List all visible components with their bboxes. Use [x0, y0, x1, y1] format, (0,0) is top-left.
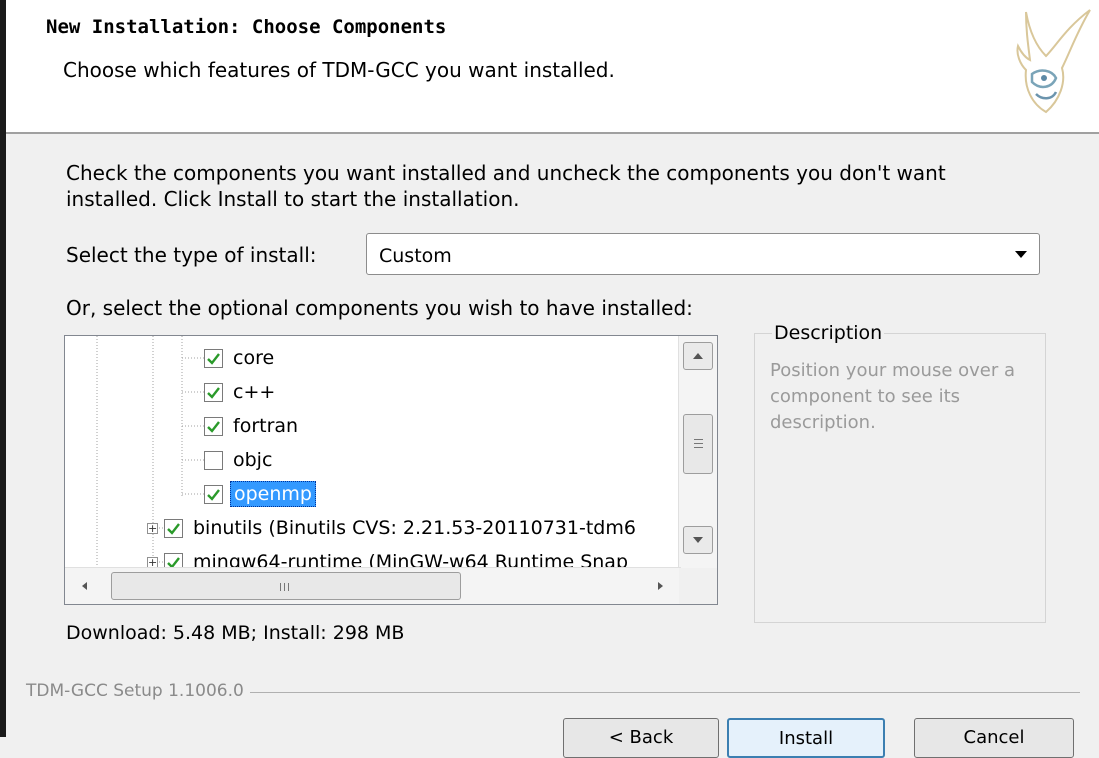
- checkmark-icon: [167, 522, 180, 535]
- checkbox-fortran[interactable]: [204, 416, 223, 436]
- checkbox-binutils[interactable]: [164, 518, 183, 538]
- horizontal-scroll-thumb[interactable]: [111, 572, 461, 600]
- grip-line: [694, 439, 703, 440]
- chevron-down-icon: [1015, 251, 1027, 258]
- grip-line: [694, 443, 703, 444]
- checkmark-icon: [207, 488, 220, 501]
- cancel-button[interactable]: Cancel: [914, 718, 1074, 758]
- expand-icon[interactable]: +: [147, 522, 158, 534]
- page-title: New Installation: Choose Components: [46, 16, 447, 38]
- scroll-right-button[interactable]: [647, 572, 673, 600]
- arrow-left-icon: [82, 582, 87, 590]
- arrow-down-icon: [693, 537, 703, 543]
- checkmark-icon: [207, 352, 220, 365]
- checkbox-objc[interactable]: [204, 450, 223, 470]
- grip-line: [284, 583, 285, 591]
- back-button[interactable]: < Back: [563, 718, 719, 758]
- expand-icon[interactable]: +: [147, 556, 158, 568]
- installer-branding: TDM-GCC Setup 1.1006.0: [26, 681, 250, 701]
- install-button[interactable]: Install: [727, 718, 885, 758]
- scroll-left-button[interactable]: [73, 572, 99, 600]
- checkmark-icon: [207, 386, 220, 399]
- scroll-down-button[interactable]: [683, 526, 713, 554]
- grip-line: [694, 447, 703, 448]
- tdm-logo-icon: [1016, 9, 1091, 114]
- tree-item-core[interactable]: core: [204, 344, 277, 372]
- tree-item-label: fortran: [233, 415, 299, 437]
- description-title: Description: [772, 322, 885, 344]
- checkbox-cpp[interactable]: [204, 382, 223, 402]
- tree-item-openmp[interactable]: openmp: [204, 480, 316, 508]
- instructions-text: Check the components you want installed …: [66, 161, 946, 211]
- tree-item-cpp[interactable]: c++: [204, 378, 278, 406]
- arrow-up-icon: [693, 353, 703, 359]
- scrollbar-corner: [679, 568, 717, 604]
- checkbox-openmp[interactable]: [204, 484, 223, 504]
- tree-item-binutils[interactable]: + binutils (Binutils CVS: 2.21.53-201107…: [147, 514, 639, 542]
- tree-vertical-scrollbar[interactable]: [678, 336, 717, 568]
- components-tree[interactable]: core c++ fortran objc openmp + binutils …: [64, 335, 718, 605]
- vertical-scroll-thumb[interactable]: [683, 414, 713, 474]
- space-required-text: Download: 5.48 MB; Install: 298 MB: [66, 622, 405, 644]
- tree-horizontal-scrollbar[interactable]: [65, 567, 681, 604]
- tree-item-label: core: [233, 347, 275, 369]
- tree-item-label: objc: [233, 449, 273, 471]
- wizard-header: New Installation: Choose Components Choo…: [6, 0, 1099, 134]
- optional-components-label: Or, select the optional components you w…: [66, 296, 693, 320]
- tree-item-label: binutils (Binutils CVS: 2.21.53-20110731…: [193, 517, 636, 539]
- tree-item-objc[interactable]: objc: [204, 446, 275, 474]
- checkbox-core[interactable]: [204, 348, 223, 368]
- page-subtitle: Choose which features of TDM-GCC you wan…: [63, 58, 615, 82]
- checkmark-icon: [207, 420, 220, 433]
- arrow-right-icon: [658, 582, 663, 590]
- tree-item-fortran[interactable]: fortran: [204, 412, 301, 440]
- description-text: Position your mouse over a component to …: [770, 360, 1016, 433]
- grip-line: [280, 583, 281, 591]
- tree-item-label-selected: openmp: [230, 481, 316, 507]
- scroll-up-button[interactable]: [683, 342, 713, 370]
- install-type-dropdown[interactable]: Custom: [366, 233, 1040, 275]
- install-type-label: Select the type of install:: [66, 243, 317, 267]
- tree-item-label: c++: [233, 381, 276, 403]
- grip-line: [288, 583, 289, 591]
- install-type-value: Custom: [379, 245, 452, 267]
